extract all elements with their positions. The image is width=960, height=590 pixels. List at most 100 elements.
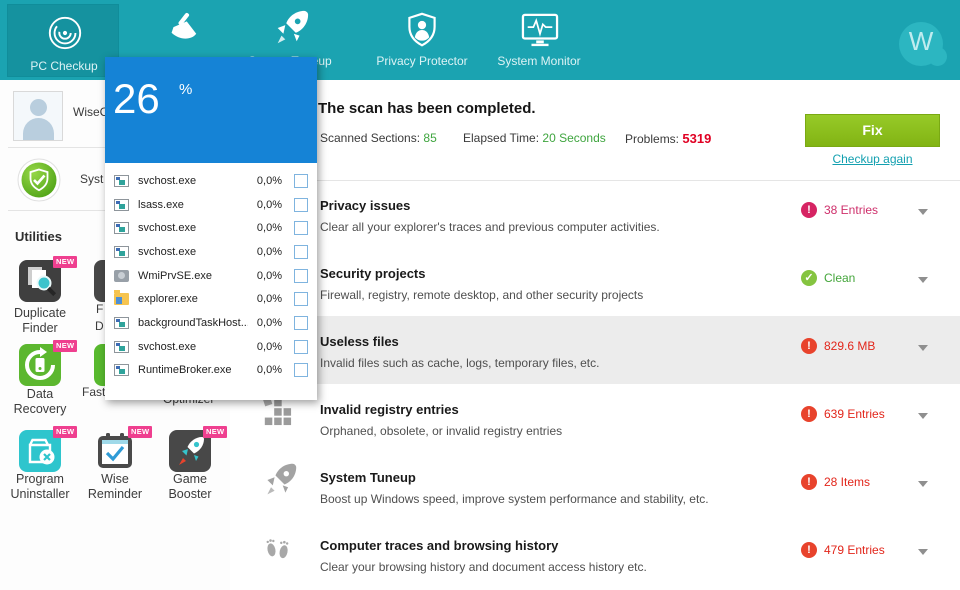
process-checkbox[interactable] xyxy=(294,363,308,378)
process-row: WmiPrvSE.exe 0,0% xyxy=(114,264,308,288)
status-badge: 639 Entries xyxy=(824,407,885,421)
stat-value: 5319 xyxy=(682,131,712,146)
row-title: System Tuneup xyxy=(320,470,416,485)
stat-label: Problems: xyxy=(625,132,680,146)
chevron-down-icon[interactable] xyxy=(918,481,928,487)
tile-label-line1: Wise xyxy=(101,472,129,486)
check-icon: ✓ xyxy=(801,270,817,286)
process-row: svchost.exe 0,0% xyxy=(114,240,308,264)
user-avatar[interactable] xyxy=(13,91,63,141)
process-name: svchost.exe xyxy=(138,174,197,187)
scan-category-row[interactable]: Privacy issues Clear all your explorer's… xyxy=(230,186,960,252)
tab-label: Privacy Protector xyxy=(376,54,468,68)
process-checkbox[interactable] xyxy=(294,268,308,283)
chevron-down-icon[interactable] xyxy=(918,413,928,419)
status-badge: 28 Items xyxy=(824,475,871,489)
tile-label-line2: Finder xyxy=(22,320,58,335)
stat-value: 85 xyxy=(423,131,437,145)
new-badge: NEW xyxy=(128,426,153,438)
process-window-icon xyxy=(114,340,129,353)
footprints-icon xyxy=(266,539,289,559)
process-name: svchost.exe xyxy=(138,222,197,235)
registry-icon xyxy=(262,396,292,426)
process-name: svchost.exe xyxy=(138,340,197,353)
chevron-down-icon[interactable] xyxy=(918,345,928,351)
account-name-partial[interactable]: WiseC xyxy=(73,105,108,119)
row-description: Orphaned, obsolete, or invalid registry … xyxy=(320,424,563,438)
tile-label-line2: Recovery xyxy=(13,401,67,416)
row-description: Invalid files such as cache, logs, tempo… xyxy=(320,356,600,370)
row-title: Useless files xyxy=(320,334,399,349)
new-badge: NEW xyxy=(203,426,228,438)
chevron-down-icon[interactable] xyxy=(918,549,928,555)
system-monitor-icon xyxy=(521,13,559,47)
new-badge: NEW xyxy=(53,340,78,352)
pc-checkup-icon xyxy=(48,16,82,50)
status-badge: 38 Entries xyxy=(824,203,879,217)
system-protection-shield-icon[interactable] xyxy=(17,158,61,202)
scan-category-row[interactable]: Invalid registry entries Orphaned, obsol… xyxy=(230,390,960,456)
checkup-again-link[interactable]: Checkup again xyxy=(805,152,940,166)
stat-scanned-sections: Scanned Sections: 85 xyxy=(320,131,437,145)
broom-icon xyxy=(171,12,197,39)
process-window-icon xyxy=(114,174,129,187)
process-name: WmiPrvSE.exe xyxy=(138,269,212,282)
process-list: svchost.exe 0,0% lsass.exe 0,0% svchost.… xyxy=(105,163,317,400)
tab-pc-checkup[interactable]: PC Checkup xyxy=(7,4,119,77)
process-row: backgroundTaskHost... 0,0% xyxy=(114,311,308,335)
rocket-icon xyxy=(277,10,309,44)
tile-label-line1: Program xyxy=(16,472,64,486)
new-badge: NEW xyxy=(53,426,78,438)
scan-progress-header: 26 % xyxy=(105,57,317,163)
process-window-icon xyxy=(114,198,129,211)
tile-label-line1: Game xyxy=(172,472,208,486)
privacy-shield-icon xyxy=(408,12,436,47)
tile-label-line1: Data xyxy=(26,387,54,401)
process-cpu: 0,0% xyxy=(256,340,282,353)
error-icon: ! xyxy=(801,406,817,422)
process-checkbox[interactable] xyxy=(294,197,308,212)
process-cpu: 0,0% xyxy=(256,245,282,258)
process-window-icon xyxy=(114,245,129,258)
process-checkbox[interactable] xyxy=(294,221,308,236)
process-window-icon xyxy=(114,316,129,329)
stat-problems: Problems: 5319 xyxy=(625,131,711,146)
process-row: lsass.exe 0,0% xyxy=(114,193,308,217)
scan-category-row[interactable]: Useless files Invalid files such as cach… xyxy=(230,322,960,388)
chevron-down-icon[interactable] xyxy=(918,209,928,215)
process-checkbox[interactable] xyxy=(294,339,308,354)
scan-category-row[interactable]: Computer traces and browsing history Cle… xyxy=(230,526,960,590)
scan-category-row[interactable]: Security projects Firewall, registry, re… xyxy=(230,254,960,320)
wise-cloud-letter: W xyxy=(908,26,934,56)
tile-label-line1: Duplicate xyxy=(13,306,67,320)
process-checkbox[interactable] xyxy=(294,173,308,188)
avatar-head xyxy=(30,99,47,116)
error-icon: ! xyxy=(801,202,817,218)
status-badge: 829.6 MB xyxy=(824,339,876,353)
process-checkbox[interactable] xyxy=(294,315,308,330)
row-description: Boost up Windows speed, improve system p… xyxy=(320,492,709,506)
process-cpu: 0,0% xyxy=(256,198,282,211)
process-cpu: 0,0% xyxy=(256,316,282,329)
process-checkbox[interactable] xyxy=(294,292,308,307)
row-title: Privacy issues xyxy=(320,198,411,213)
new-badge: NEW xyxy=(53,256,78,268)
status-badge: 479 Entries xyxy=(824,543,885,557)
process-name: explorer.exe xyxy=(138,293,198,306)
process-cpu: 0,0% xyxy=(256,222,282,235)
row-description: Clear your browsing history and document… xyxy=(320,560,647,574)
system-label-partial: Syst xyxy=(80,172,104,186)
process-name: RuntimeBroker.exe xyxy=(138,364,232,377)
stat-label: Scanned Sections: xyxy=(320,131,421,145)
process-row: svchost.exe 0,0% xyxy=(114,216,308,240)
process-name: backgroundTaskHost... xyxy=(138,316,248,329)
tab-label: PC Checkup xyxy=(30,59,98,73)
scan-category-row[interactable]: System Tuneup Boost up Windows speed, im… xyxy=(230,458,960,524)
stat-value: 20 Seconds xyxy=(542,131,606,145)
fix-button[interactable]: Fix xyxy=(805,114,940,147)
process-checkbox[interactable] xyxy=(294,244,308,259)
process-name: lsass.exe xyxy=(138,198,184,211)
chevron-down-icon[interactable] xyxy=(918,277,928,283)
header-separator xyxy=(230,180,960,181)
avatar-torso xyxy=(23,118,54,140)
